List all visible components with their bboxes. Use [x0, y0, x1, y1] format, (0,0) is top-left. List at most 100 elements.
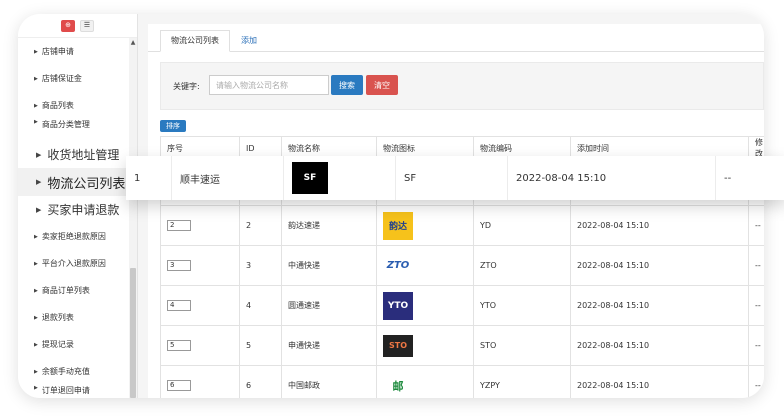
- sidebar-item[interactable]: ▶ 物流公司列表: [18, 168, 130, 196]
- cell-sort: 1: [126, 156, 172, 200]
- cell-time: 2022-08-04 15:10: [570, 245, 749, 286]
- cell-id: 6: [239, 365, 282, 398]
- cell-code: STO: [473, 325, 571, 366]
- sort-input[interactable]: 5: [167, 340, 191, 351]
- cell-sort: 3: [160, 245, 240, 286]
- sidebar-item[interactable]: ▶ 收货地址管理: [18, 141, 130, 168]
- cell-icon: YTO: [376, 285, 474, 326]
- sort-input[interactable]: 2: [167, 220, 191, 231]
- scrollbar-thumb[interactable]: [130, 268, 136, 398]
- sidebar-item-label: 店铺保证金: [41, 74, 82, 83]
- sidebar-home-button[interactable]: ⊕: [61, 19, 75, 32]
- cell-sort: 4: [160, 285, 240, 326]
- sidebar-item-label: 收货地址管理: [47, 148, 120, 162]
- cell-code: YD: [473, 205, 571, 246]
- cell-icon: SF: [284, 156, 396, 200]
- cell-name: 圆通速递: [281, 285, 377, 326]
- sidebar-item[interactable]: ▶ 买家申请退款: [18, 196, 130, 223]
- ems-logo-icon: 邮: [383, 371, 413, 398]
- search-bar: 关键字: 搜索 清空: [160, 62, 764, 110]
- sidebar-item[interactable]: ▶ 商品订单列表: [18, 277, 130, 304]
- sidebar-item-label: 物流公司列表: [47, 176, 126, 192]
- sidebar-menu: ▶ 店铺申请 ▶ 店铺保证金 ▶ 商品列表 ▶ 商品分类管理 ▶ 收货地址管理 ▶ 物流公司列表 ▶ 买家…: [18, 38, 130, 398]
- cell-icon: STO: [376, 325, 474, 366]
- sort-input[interactable]: 3: [167, 260, 191, 271]
- cell-name: 韵达速递: [281, 205, 377, 246]
- caret-right-icon: ▶: [34, 341, 38, 348]
- table-row: 3 3 中通快递 ZTO ZTO 2022-08-04 15:10 --: [160, 245, 764, 286]
- keyword-label: 关键字:: [173, 82, 200, 91]
- sidebar-item[interactable]: ▶ 退款列表: [18, 304, 130, 331]
- sf-express-logo-icon: SF: [292, 162, 328, 194]
- sort-input[interactable]: 4: [167, 300, 191, 311]
- cell-code: YZPY: [473, 365, 571, 398]
- yto-logo-icon: YTO: [383, 291, 413, 320]
- sort-input[interactable]: 6: [167, 380, 191, 391]
- sidebar-item[interactable]: ▶ 卖家拒绝退款原因: [18, 223, 130, 250]
- sidebar-item-label: 订单退回申请: [41, 386, 90, 395]
- table-row: 5 5 申通快递 STO STO 2022-08-04 15:10 --: [160, 325, 764, 366]
- sidebar-toolbar: ⊕ ☰: [18, 14, 137, 38]
- sort-button[interactable]: 排序: [160, 120, 186, 132]
- cell-modify[interactable]: --: [748, 365, 764, 398]
- cell-modify[interactable]: --: [748, 245, 764, 286]
- cell-modify[interactable]: --: [748, 325, 764, 366]
- cell-icon: 韵达: [376, 205, 474, 246]
- caret-right-icon: ▶: [34, 102, 38, 109]
- sidebar-item[interactable]: ▶ 店铺申请: [18, 38, 130, 65]
- cell-modify[interactable]: --: [748, 285, 764, 326]
- magnified-table-row[interactable]: 1 顺丰速运 SF SF 2022-08-04 15:10 --: [126, 156, 784, 200]
- sto-logo-icon: STO: [383, 334, 413, 357]
- sidebar-item[interactable]: ▶ 提现记录: [18, 331, 130, 358]
- sidebar: ⊕ ☰ ▶ 店铺申请 ▶ 店铺保证金 ▶ 商品列表 ▶ 商品分类管理 ▶ 收货地址管理 ▶ 物流公司列…: [18, 14, 138, 398]
- sidebar-item-label: 提现记录: [41, 340, 74, 349]
- caret-right-icon: ▶: [34, 260, 38, 267]
- tab-bar: 物流公司列表 添加: [148, 24, 764, 52]
- cell-name: 中国邮政: [281, 365, 377, 398]
- sidebar-item-label: 余额手动充值: [41, 367, 90, 376]
- cell-sort: 2: [160, 205, 240, 246]
- caret-right-icon: ▶: [34, 119, 38, 125]
- sidebar-item[interactable]: ▶ 余额手动充值: [18, 358, 130, 385]
- cell-modify: --: [724, 172, 732, 184]
- caret-right-icon: ▶: [34, 368, 38, 375]
- cell-id: 5: [239, 325, 282, 366]
- cell-id: 2: [239, 205, 282, 246]
- cell-code: ZTO: [473, 245, 571, 286]
- sidebar-item-label: 买家申请退款: [47, 203, 120, 217]
- search-button[interactable]: 搜索: [331, 75, 363, 95]
- cell-code: SF: [396, 156, 508, 200]
- sidebar-item-label: 商品分类管理: [41, 120, 90, 129]
- sidebar-item[interactable]: ▶ 订单退回申请: [18, 385, 130, 398]
- tab-add[interactable]: 添加: [230, 30, 268, 52]
- table-row: 6 6 中国邮政邮 YZPY 2022-08-04 15:10 --: [160, 365, 764, 398]
- cell-name: 申通快递: [281, 325, 377, 366]
- cell-name: 顺丰速运: [172, 156, 284, 200]
- sidebar-item[interactable]: ▶ 商品列表: [18, 92, 130, 119]
- caret-right-icon: ▶: [34, 48, 38, 55]
- sidebar-item[interactable]: ▶ 商品分类管理: [18, 119, 130, 141]
- cell-id: 3: [239, 245, 282, 286]
- clear-button[interactable]: 清空: [366, 75, 398, 95]
- sidebar-item[interactable]: ▶ 店铺保证金: [18, 65, 130, 92]
- cell-icon: 邮: [376, 365, 474, 398]
- cell-name: 中通快递: [281, 245, 377, 286]
- cell-time: 2022-08-04 15:10: [570, 285, 749, 326]
- table-row: 4 4 圆通速递 YTO YTO 2022-08-04 15:10 --: [160, 285, 764, 326]
- cell-time: 2022-08-04 15:10: [570, 325, 749, 366]
- search-input[interactable]: [209, 75, 329, 95]
- cell-sort: 6: [160, 365, 240, 398]
- sidebar-item[interactable]: ▶ 平台介入退款原因: [18, 250, 130, 277]
- caret-right-icon: ▶: [34, 314, 38, 321]
- tab-logistics-list[interactable]: 物流公司列表: [160, 30, 230, 52]
- sidebar-menu-toggle-icon[interactable]: ☰: [80, 19, 94, 32]
- cell-sort: 5: [160, 325, 240, 366]
- sidebar-scrollbar[interactable]: ▲: [129, 38, 137, 398]
- cell-modify[interactable]: --: [748, 205, 764, 246]
- main-content: 物流公司列表 添加 关键字: 搜索 清空 排序 序号 ID 物流名称: [138, 14, 764, 398]
- cell-time: 2022-08-04 15:10: [570, 205, 749, 246]
- sidebar-item-label: 卖家拒绝退款原因: [41, 232, 106, 241]
- scroll-up-arrow-icon[interactable]: ▲: [129, 38, 137, 48]
- cell-time: 2022-08-04 15:10: [570, 365, 749, 398]
- caret-right-icon: ▶: [34, 233, 38, 240]
